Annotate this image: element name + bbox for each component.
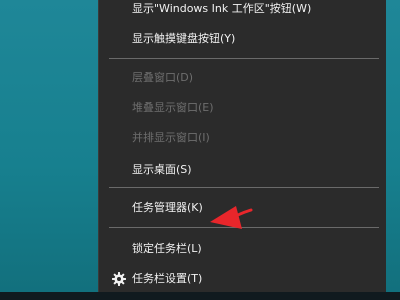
menu-item-cascade-windows: 层叠窗口(D) [132,71,194,84]
menu-item-side-by-side-windows: 并排显示窗口(I) [132,131,210,144]
menu-item-taskbar-settings[interactable]: 任务栏设置(T) [99,264,386,294]
menu-separator [109,227,379,228]
menu-item-show-desktop[interactable]: 显示桌面(S) [99,155,386,185]
menu-separator [109,58,379,59]
menu-item-stack-windows: 堆叠显示窗口(E) [132,101,214,114]
menu-item-task-manager[interactable]: 任务管理器(K) [99,193,386,223]
menu-item-lock-taskbar[interactable]: 锁定任务栏(L) [99,234,386,264]
menu-item-label: 任务栏设置(T) [132,272,203,285]
menu-separator [109,187,379,188]
gear-icon [112,272,126,286]
taskbar-context-menu: 显示"Windows Ink 工作区"按钮(W) 显示触摸键盘按钮(Y) 层叠窗… [98,0,386,292]
menu-item-show-windows-ink-button[interactable]: 显示"Windows Ink 工作区"按钮(W) [99,0,386,24]
menu-item-show-touch-keyboard-button[interactable]: 显示触摸键盘按钮(Y) [99,24,386,54]
